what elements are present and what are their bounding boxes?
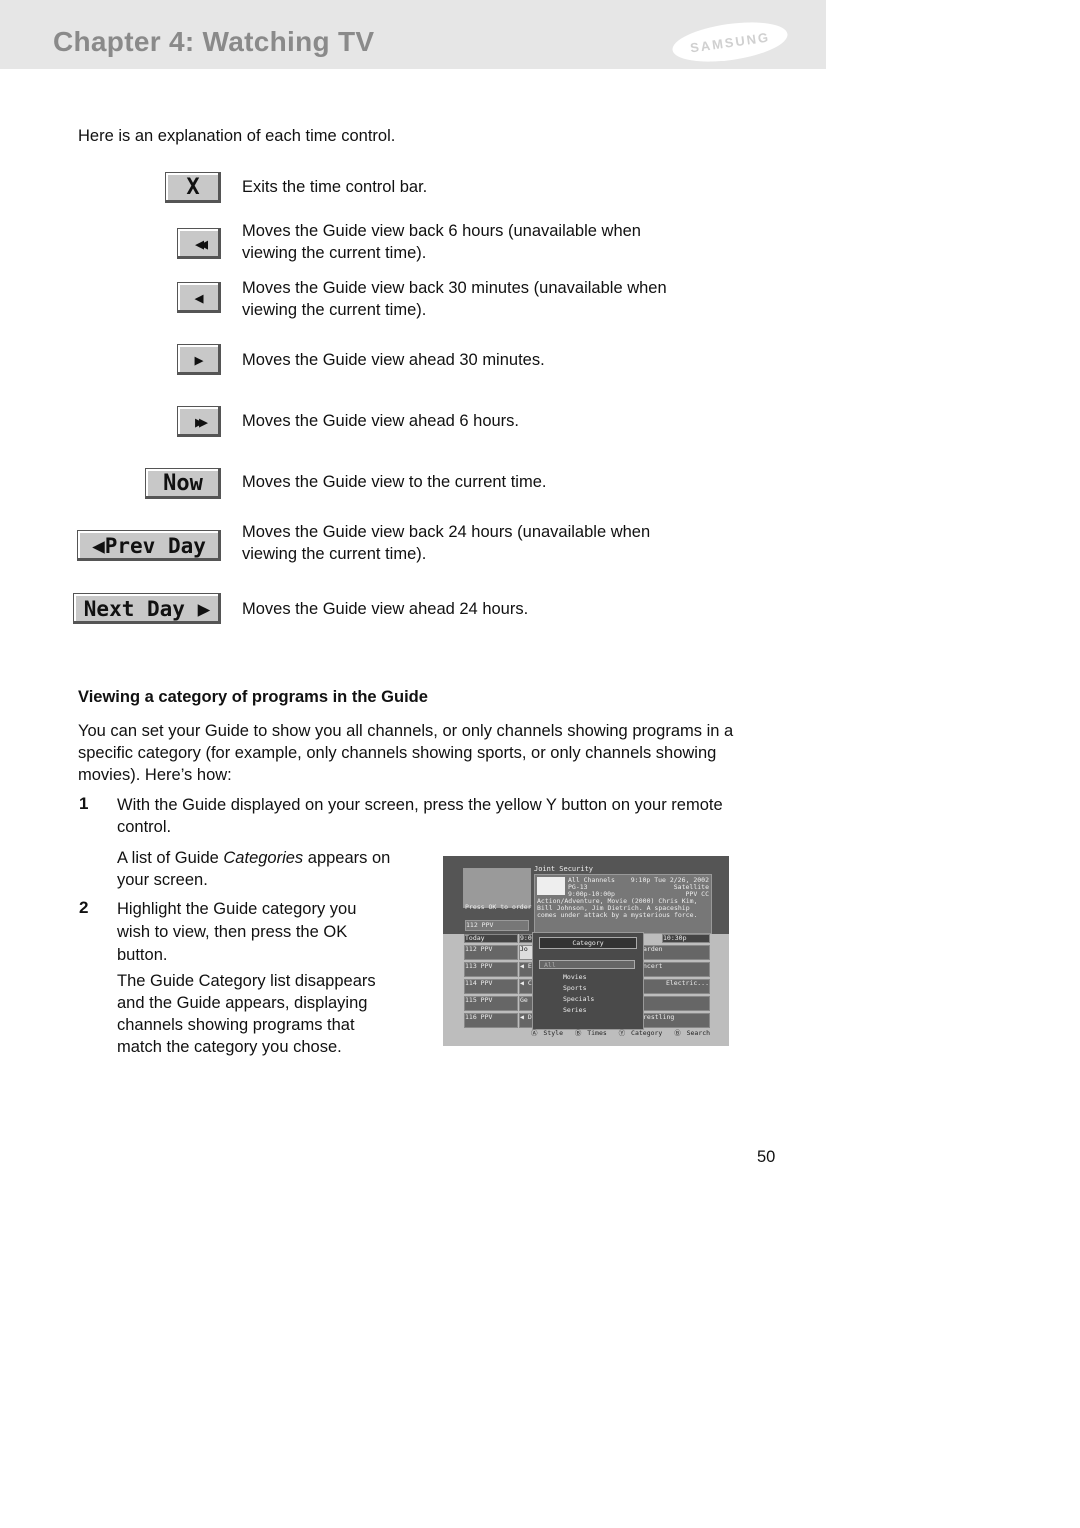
control-desc: Exits the time control bar.: [242, 178, 428, 196]
section-heading: Viewing a category of programs in the Gu…: [78, 688, 428, 706]
menu-title: Category: [539, 937, 637, 949]
menu-item: Sports: [563, 984, 587, 992]
step-number: 2: [79, 898, 89, 917]
style-hint: Ⓐ Style: [531, 1029, 563, 1037]
now-button: Now: [145, 468, 221, 499]
preview-thumbnail: [463, 868, 531, 908]
emphasis: Categories: [223, 849, 304, 867]
intro-text: Here is an explanation of each time cont…: [78, 127, 396, 145]
ahead-30min-icon: ▶: [177, 344, 221, 375]
forward-6h-icon: ▶▶: [177, 406, 221, 437]
channel: 116 PPV: [464, 1013, 518, 1028]
channel: 115 PPV: [464, 996, 518, 1011]
control-desc: Moves the Guide view back 24 hours (unav…: [242, 523, 651, 563]
step-subtext: The Guide Category list disappears and t…: [117, 972, 376, 1056]
step-subtext: A list of Guide Categories appears on yo…: [117, 847, 402, 891]
time-col: 10:30p: [662, 934, 710, 943]
description: Action/Adventure, Movie (2000) Chris Kim…: [537, 897, 698, 919]
cell: restling: [642, 1013, 710, 1028]
menu-item: Series: [563, 1006, 587, 1014]
menu-item: Specials: [563, 995, 595, 1003]
step-text: Highlight the Guide category you wish to…: [117, 900, 357, 964]
preview-channel: 112 PPV: [465, 920, 529, 931]
cell: ncert: [642, 962, 710, 977]
page-number: 50: [757, 1148, 776, 1166]
channel-list: 112 PPV 113 PPV 114 PPV 115 PPV 116 PPV: [464, 945, 518, 1028]
rewind-6h-icon: ◀◀: [177, 228, 221, 259]
channel: 114 PPV: [464, 979, 518, 994]
program-info: All Channels 9:10p Tue 2/26, 2002 PG-13 …: [534, 874, 712, 934]
control-desc: Moves the Guide view ahead 24 hours.: [242, 600, 529, 618]
channel: 113 PPV: [464, 962, 518, 977]
back-30min-icon: ◀: [177, 282, 221, 313]
menu-item-all: All: [539, 960, 635, 969]
cell: [642, 996, 710, 1011]
section-paragraph: You can set your Guide to show you all c…: [78, 722, 734, 784]
program-title: Joint Security: [534, 865, 594, 873]
control-desc: Moves the Guide view to the current time…: [242, 473, 547, 491]
press-ok-text: Press OK to order: [465, 903, 532, 911]
prev-day-button: ◀Prev Day: [77, 530, 221, 561]
chapter-title: Chapter 4: Watching TV: [53, 26, 375, 57]
text: A list of Guide: [117, 849, 224, 867]
control-desc: Moves the Guide view ahead 30 minutes.: [242, 351, 545, 369]
close-icon: X: [165, 172, 221, 203]
search-hint: Ⓑ Search: [674, 1029, 711, 1037]
step-number: 1: [79, 794, 89, 813]
channel: 112 PPV: [464, 945, 518, 960]
control-desc: Moves the Guide view ahead 6 hours.: [242, 412, 519, 430]
menu-item: Movies: [563, 973, 587, 981]
today-label: Today: [464, 934, 518, 943]
step-text: With the Guide displayed on your screen,…: [117, 796, 723, 836]
times-hint: Ⓑ Times: [574, 1029, 607, 1037]
guide-screenshot: Press OK to order 112 PPV Joint Security…: [443, 856, 729, 1046]
right-cells: arden ncert Electric... restling: [642, 945, 710, 1028]
category-menu: Category All Movies Sports Specials Seri…: [532, 932, 644, 1030]
cell: arden: [642, 945, 710, 960]
guide-footer: Ⓐ Style Ⓑ Times Ⓨ Category Ⓑ Search: [531, 1027, 710, 1037]
control-desc: Moves the Guide view back 30 minutes (un…: [242, 279, 667, 319]
category-hint: Ⓨ Category: [618, 1029, 663, 1037]
directv-logo: [537, 877, 565, 895]
next-day-button: Next Day ▶: [73, 593, 221, 624]
control-desc: Moves the Guide view back 6 hours (unava…: [242, 222, 641, 262]
cell: Electric...: [642, 979, 710, 994]
